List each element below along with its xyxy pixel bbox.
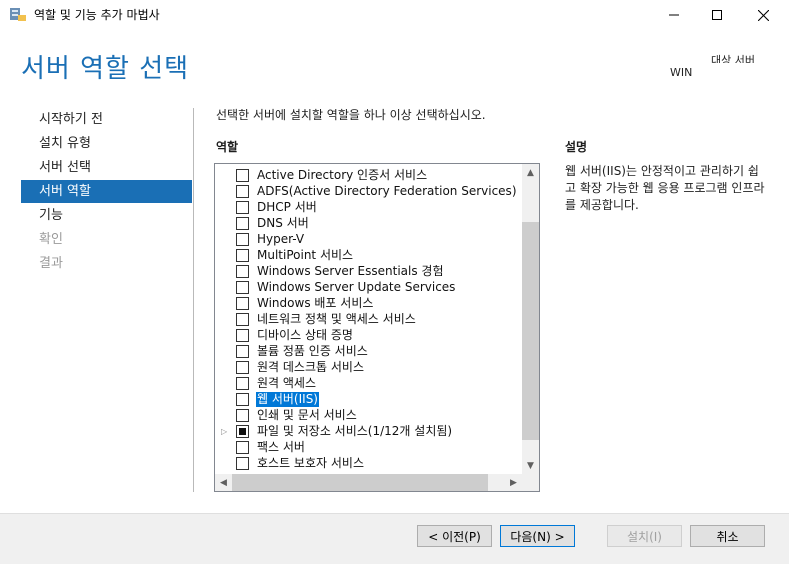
role-label[interactable]: Windows Server Update Services (257, 280, 455, 295)
vertical-scrollbar[interactable]: ▲ ▼ (522, 164, 539, 474)
role-row[interactable]: 디바이스 상태 증명 (221, 328, 521, 344)
role-checkbox[interactable] (236, 329, 249, 342)
role-label[interactable]: 팩스 서버 (257, 440, 305, 455)
expand-arrow-icon[interactable]: ▷ (221, 427, 227, 436)
role-row[interactable]: Hyper-V (221, 232, 521, 248)
role-row[interactable]: Active Directory 인증서 서비스 (221, 168, 521, 184)
role-row[interactable]: ADFS(Active Directory Federation Service… (221, 184, 521, 200)
role-checkbox[interactable] (236, 457, 249, 470)
role-checkbox[interactable] (236, 217, 249, 230)
nav-item-installation-type[interactable]: 설치 유형 (21, 132, 192, 155)
role-row[interactable]: 볼륨 정품 인증 서비스 (221, 344, 521, 360)
role-row[interactable]: ▷ 파일 및 저장소 서비스(1/12개 설치됨) (221, 424, 521, 440)
role-label[interactable]: MultiPoint 서비스 (257, 248, 353, 263)
cancel-button[interactable]: 취소 (690, 525, 765, 547)
nav-item-features[interactable]: 기능 (21, 204, 192, 227)
vertical-scroll-thumb[interactable] (522, 222, 539, 440)
role-checkbox[interactable] (236, 169, 249, 182)
role-checkbox[interactable] (236, 233, 249, 246)
install-button: 설치(I) (607, 525, 682, 547)
role-label[interactable]: 인쇄 및 문서 서비스 (257, 408, 357, 423)
role-label[interactable]: 볼륨 정품 인증 서비스 (257, 344, 368, 359)
horizontal-scrollbar[interactable]: ◀ ▶ (215, 474, 522, 491)
maximize-icon (712, 10, 722, 20)
nav-item-server-selection[interactable]: 서버 선택 (21, 156, 192, 179)
role-row[interactable]: 네트워크 정책 및 액세스 서비스 (221, 312, 521, 328)
role-checkbox[interactable] (236, 361, 249, 374)
window-title: 역할 및 기능 추가 마법사 (34, 8, 160, 22)
scroll-down-icon[interactable]: ▼ (522, 457, 539, 474)
role-row[interactable]: 웹 서버(IIS) (221, 392, 521, 408)
title-bar: 역할 및 기능 추가 마법사 (0, 0, 789, 30)
minimize-icon (669, 14, 679, 16)
scroll-left-icon[interactable]: ◀ (215, 474, 232, 491)
role-label[interactable]: 네트워크 정책 및 액세스 서비스 (257, 312, 416, 327)
next-button[interactable]: 다음(N) > (500, 525, 575, 547)
role-checkbox[interactable] (236, 185, 249, 198)
role-checkbox[interactable] (236, 441, 249, 454)
horizontal-scroll-thumb[interactable] (232, 474, 488, 491)
role-checkbox[interactable] (236, 425, 249, 438)
role-label[interactable]: Hyper-V (257, 232, 304, 247)
role-label[interactable]: Active Directory 인증서 서비스 (257, 168, 427, 183)
wizard-footer: < 이전(P) 다음(N) > 설치(I) 취소 (0, 513, 789, 564)
role-row[interactable]: DNS 서버 (221, 216, 521, 232)
description-text: 웹 서버(IIS)는 안정적이고 관리하기 쉽고 확장 가능한 웹 응용 프로그… (565, 164, 765, 212)
target-server-redacted (692, 63, 760, 79)
role-label[interactable]: Windows 배포 서비스 (257, 296, 373, 311)
description-heading: 설명 (565, 140, 588, 154)
roles-heading: 역할 (216, 140, 239, 154)
nav-item-results: 결과 (39, 256, 63, 271)
role-row[interactable]: 팩스 서버 (221, 440, 521, 456)
role-label[interactable]: 디바이스 상태 증명 (257, 328, 353, 343)
close-icon (757, 9, 769, 21)
role-checkbox[interactable] (236, 297, 249, 310)
role-label[interactable]: 원격 액세스 (257, 376, 316, 391)
role-row[interactable]: 원격 액세스 (221, 376, 521, 392)
role-label[interactable]: 호스트 보호자 서비스 (257, 456, 364, 471)
instruction-text: 선택한 서버에 설치할 역할을 하나 이상 선택하십시오. (216, 108, 486, 122)
role-label[interactable]: ADFS(Active Directory Federation Service… (257, 184, 517, 199)
role-row[interactable]: Windows Server Essentials 경험 (221, 264, 521, 280)
role-checkbox[interactable] (236, 345, 249, 358)
nav-item-server-roles[interactable]: 서버 역할 (21, 180, 192, 203)
role-row[interactable]: Windows Server Update Services (221, 280, 521, 296)
previous-button[interactable]: < 이전(P) (417, 525, 492, 547)
role-row[interactable]: DHCP 서버 (221, 200, 521, 216)
nav-divider (193, 108, 194, 492)
scrollbar-corner (522, 474, 539, 491)
scroll-right-icon[interactable]: ▶ (505, 474, 522, 491)
close-button[interactable] (740, 0, 786, 30)
nav-item-before-you-begin[interactable]: 시작하기 전 (21, 108, 192, 131)
server-manager-icon (10, 8, 26, 21)
role-label[interactable]: Windows Server Essentials 경험 (257, 264, 444, 279)
role-row[interactable]: 인쇄 및 문서 서비스 (221, 408, 521, 424)
roles-list[interactable]: Active Directory 인증서 서비스 ADFS(Active Dire… (214, 163, 540, 492)
page-title: 서버 역할 선택 (21, 54, 190, 84)
role-label[interactable]: 원격 데스크톱 서비스 (257, 360, 364, 375)
nav-item-confirmation: 확인 (39, 232, 63, 247)
role-checkbox[interactable] (236, 313, 249, 326)
role-row[interactable]: Windows 배포 서비스 (221, 296, 521, 312)
role-row[interactable]: MultiPoint 서비스 (221, 248, 521, 264)
maximize-button[interactable] (694, 0, 740, 30)
role-checkbox[interactable] (236, 249, 249, 262)
role-label[interactable]: 웹 서버(IIS) (256, 392, 319, 407)
role-row[interactable]: 원격 데스크톱 서비스 (221, 360, 521, 376)
role-checkbox[interactable] (236, 201, 249, 214)
role-row[interactable]: 호스트 보호자 서비스 (221, 456, 521, 472)
role-checkbox[interactable] (236, 409, 249, 422)
role-checkbox[interactable] (236, 265, 249, 278)
role-checkbox[interactable] (236, 281, 249, 294)
minimize-button[interactable] (651, 0, 697, 30)
role-label[interactable]: 파일 및 저장소 서비스(1/12개 설치됨) (257, 424, 452, 439)
role-label[interactable]: DNS 서버 (257, 216, 309, 231)
role-checkbox[interactable] (236, 377, 249, 390)
scroll-up-icon[interactable]: ▲ (522, 164, 539, 181)
role-label[interactable]: DHCP 서버 (257, 200, 317, 215)
role-checkbox[interactable] (236, 393, 249, 406)
